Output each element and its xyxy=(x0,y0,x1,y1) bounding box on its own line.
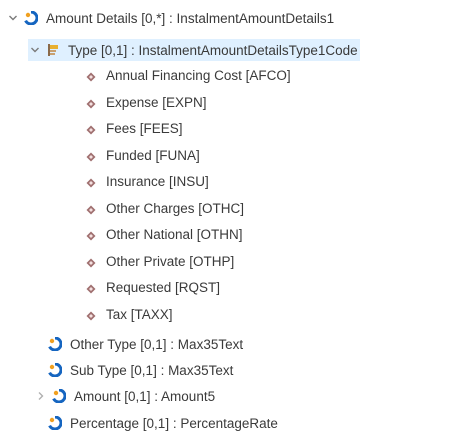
tree-node-percentage[interactable]: Percentage [0,1] : PercentageRate xyxy=(48,412,278,434)
code-type-icon xyxy=(46,42,62,58)
enum-item[interactable]: Other National [OTHN] xyxy=(86,223,243,245)
enum-literal-icon xyxy=(86,70,96,82)
enum-literal-icon xyxy=(86,176,96,188)
enum-literal-icon xyxy=(86,256,96,268)
tree-node-amount[interactable]: Amount [0,1] : Amount5 xyxy=(34,385,215,407)
tree-node-sub-type[interactable]: Sub Type [0,1] : Max35Text xyxy=(48,359,233,381)
model-tree: Amount Details [0,*] : InstalmentAmountD… xyxy=(0,0,454,434)
element-icon xyxy=(48,415,63,431)
tree-node-amount-details[interactable]: Amount Details [0,*] : InstalmentAmountD… xyxy=(6,7,334,29)
tree-node-label: Type [0,1] : InstalmentAmountDetailsType… xyxy=(68,42,358,58)
enum-item[interactable]: Fees [FEES] xyxy=(86,117,183,139)
enum-item[interactable]: Other Charges [OTHC] xyxy=(86,197,244,219)
chevron-down-icon[interactable] xyxy=(6,13,20,23)
chevron-right-icon[interactable] xyxy=(34,391,48,401)
enum-literal-icon xyxy=(86,150,96,162)
chevron-down-icon[interactable] xyxy=(28,45,42,55)
tree-node-other-type[interactable]: Other Type [0,1] : Max35Text xyxy=(48,333,243,355)
enum-item[interactable]: Other Private [OTHP] xyxy=(86,250,234,272)
enum-item[interactable]: Funded [FUNA] xyxy=(86,144,200,166)
enum-literal-icon xyxy=(86,229,96,241)
enum-item[interactable]: Annual Financing Cost [AFCO] xyxy=(86,64,291,86)
enum-literal-icon xyxy=(86,123,96,135)
enum-literal-icon xyxy=(86,282,96,294)
element-icon xyxy=(48,362,63,378)
enum-item[interactable]: Expense [EXPN] xyxy=(86,91,207,113)
complex-element-icon xyxy=(52,388,67,404)
enum-literal-icon xyxy=(86,203,96,215)
enum-item[interactable]: Insurance [INSU] xyxy=(86,170,209,192)
tree-node-label: Amount Details [0,*] : InstalmentAmountD… xyxy=(46,10,335,26)
complex-element-icon xyxy=(24,10,39,26)
enum-item[interactable]: Tax [TAXX] xyxy=(86,303,173,325)
enum-literal-icon xyxy=(86,97,96,109)
enum-item[interactable]: Requested [RQST] xyxy=(86,276,220,298)
tree-node-type[interactable]: Type [0,1] : InstalmentAmountDetailsType… xyxy=(28,39,360,61)
enum-literal-icon xyxy=(86,309,96,321)
element-icon xyxy=(48,336,63,352)
